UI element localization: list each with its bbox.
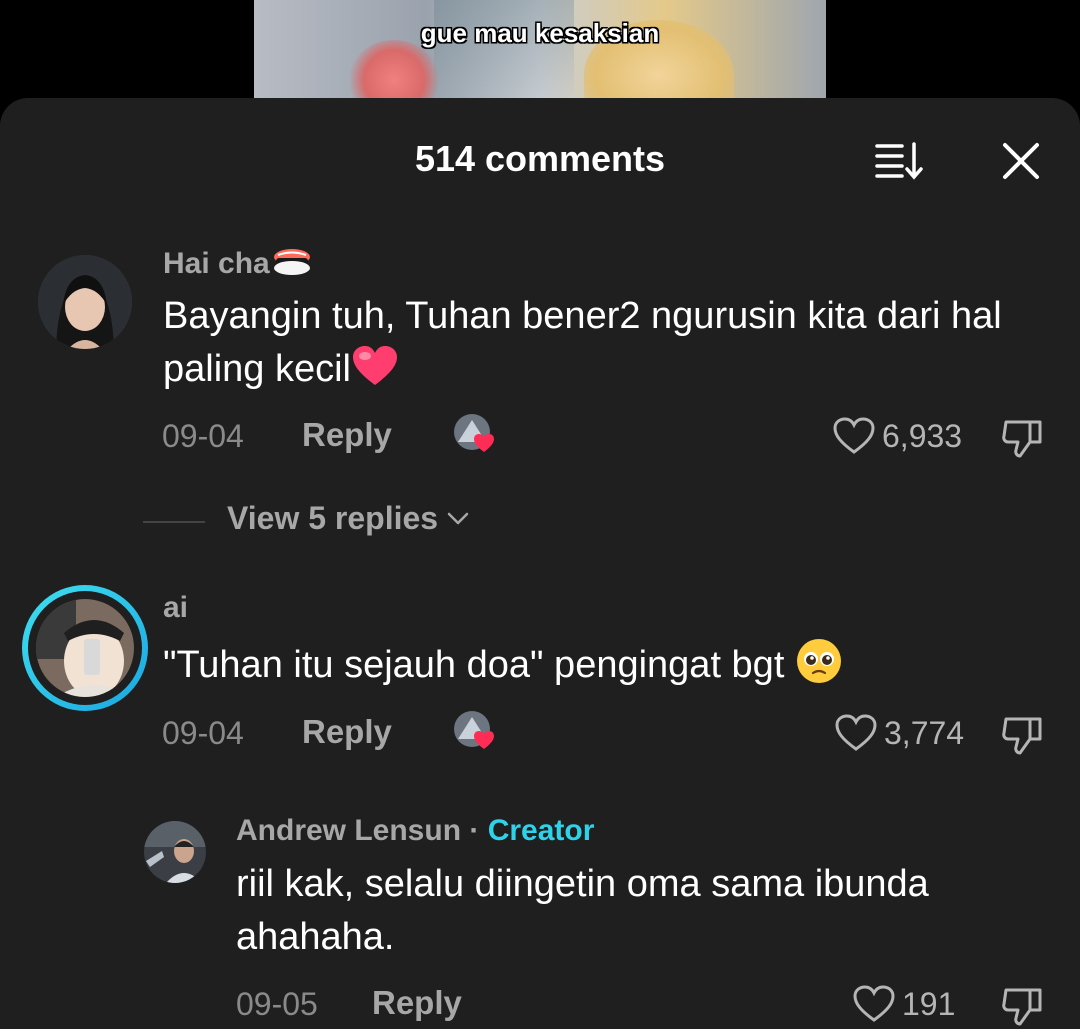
like-count: 3,774 (884, 714, 965, 751)
like-button[interactable]: 3,774 (834, 713, 964, 753)
like-count: 6,933 (882, 417, 963, 454)
video-preview[interactable]: gue mau kesaksian (254, 0, 826, 100)
thumbs-down-icon[interactable] (1000, 416, 1046, 460)
view-replies-button[interactable]: View 5 replies (227, 500, 470, 537)
thumbs-down-icon[interactable] (1000, 984, 1046, 1028)
pleading-face-emoji-icon (796, 639, 841, 683)
thumbs-down-icon[interactable] (1000, 713, 1046, 757)
comment-date: 09-04 (162, 418, 244, 454)
heart-outline-icon (835, 714, 877, 751)
reply-button[interactable]: Reply (302, 416, 392, 454)
comment-text: "Tuhan itu sejauh doa" pengingat bgt (163, 637, 1033, 692)
reply-username[interactable]: Andrew Lensun · Creator (236, 814, 594, 848)
creator-liked-icon (454, 414, 494, 452)
comment-username[interactable]: Hai cha (163, 244, 314, 281)
replies-divider (143, 521, 205, 523)
comment-text: Bayangin tuh, Tuhan bener2 ngurusin kita… (163, 295, 1002, 390)
heart-outline-icon (833, 417, 875, 454)
video-caption: gue mau kesaksian (420, 18, 660, 48)
heart-emoji-icon (353, 346, 397, 385)
avatar[interactable] (38, 255, 132, 349)
avatar[interactable] (144, 821, 206, 883)
like-button[interactable]: 191 (852, 984, 955, 1024)
reply-button[interactable]: Reply (302, 713, 392, 751)
chevron-down-icon (447, 512, 469, 524)
reply-date: 09-05 (236, 986, 318, 1022)
heart-outline-icon (853, 985, 895, 1022)
close-icon[interactable] (1000, 140, 1042, 182)
creator-liked-icon (454, 711, 494, 749)
like-button[interactable]: 6,933 (832, 416, 962, 456)
sushi-emoji-icon (273, 249, 310, 275)
like-count: 191 (902, 985, 956, 1022)
creator-badge: Creator (487, 814, 595, 847)
comment-username[interactable]: ai (163, 591, 188, 625)
sort-icon[interactable] (874, 140, 928, 182)
reply-button[interactable]: Reply (372, 984, 462, 1022)
comment-date: 09-04 (162, 715, 244, 751)
avatar-story-ring[interactable] (22, 585, 148, 711)
reply-text: riil kak, selalu diingetin oma sama ibun… (236, 863, 929, 958)
comments-sheet: 514 comments Hai cha Bayangin tuh, Tuhan… (0, 98, 1080, 1029)
